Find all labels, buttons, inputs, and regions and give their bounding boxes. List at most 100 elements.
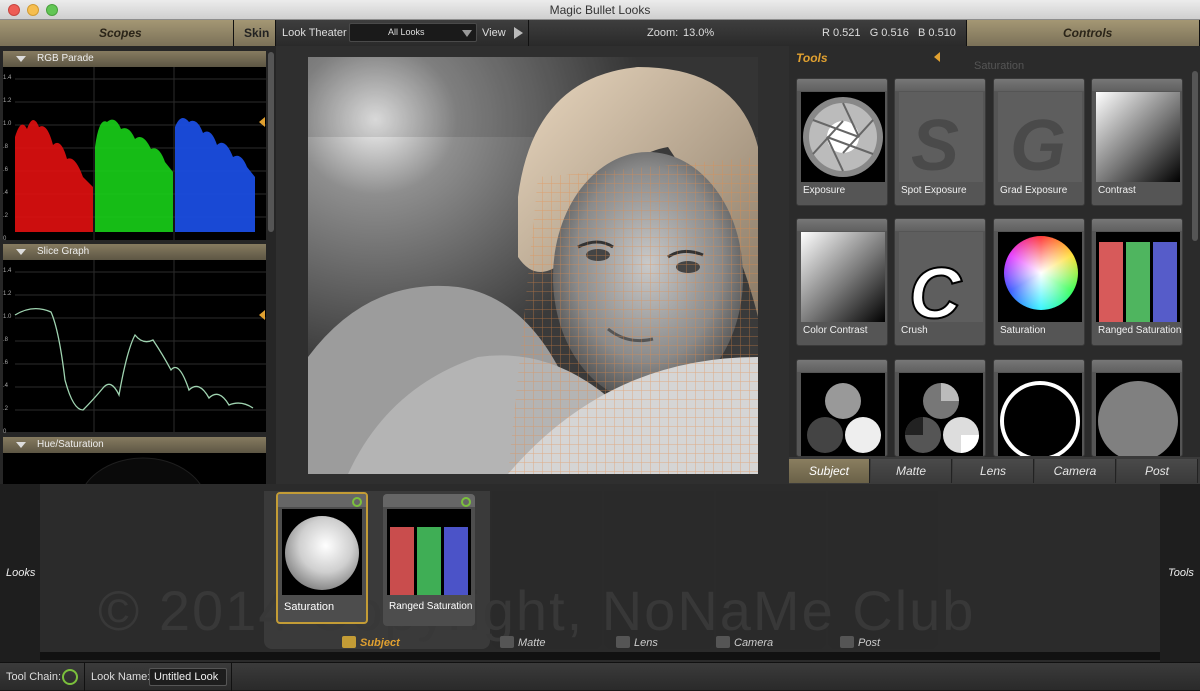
pie-circles-icon	[899, 373, 983, 456]
scopes-scrollbar[interactable]	[268, 52, 274, 232]
axis-tick: .4	[3, 383, 9, 389]
tool-tile[interactable]	[993, 359, 1085, 457]
play-icon[interactable]	[509, 22, 527, 44]
power-icon[interactable]	[461, 497, 471, 507]
tools-side-label[interactable]: Tools	[1168, 567, 1194, 579]
tool-tile[interactable]: G Grad Exposure	[993, 78, 1085, 206]
axis-tick: .4	[3, 190, 9, 196]
tool-tile[interactable]: C Crush	[894, 218, 986, 346]
tool-tile-label: Crush	[901, 325, 928, 336]
matte-segment-icon	[500, 636, 514, 648]
segment-label-post[interactable]: Post	[858, 637, 880, 649]
skin-button[interactable]: Skin	[234, 20, 276, 46]
look-name-field[interactable]: Untitled Look	[149, 668, 227, 686]
disclosure-triangle-icon	[16, 442, 26, 448]
segment-label-lens[interactable]: Lens	[634, 637, 658, 649]
look-category-value: All Looks	[388, 27, 425, 37]
tool-tile[interactable]	[1091, 359, 1183, 457]
axis-tick: .8	[3, 337, 9, 343]
tool-tile[interactable]: S Spot Exposure	[894, 78, 986, 206]
chain-scrollbar[interactable]	[40, 652, 1160, 660]
tool-tile-label: Saturation	[1000, 325, 1046, 336]
tool-chain-label: Tool Chain:	[6, 671, 62, 683]
axis-tick: 0	[3, 429, 7, 435]
aperture-icon	[801, 92, 885, 182]
tools-header: Tools Saturation	[789, 46, 1200, 72]
tool-tile-label: Contrast	[1098, 185, 1136, 196]
tab-matte[interactable]: Matte	[871, 459, 952, 483]
axis-tick: .6	[3, 167, 9, 173]
app-window: Magic Bullet Looks Scopes Skin Look Thea…	[0, 0, 1200, 691]
controls-header[interactable]: Controls	[967, 20, 1200, 46]
image-viewer[interactable]	[276, 46, 789, 484]
ranged-saturation-thumb	[387, 509, 471, 595]
gradient-icon	[1096, 92, 1180, 182]
segment-label-camera[interactable]: Camera	[734, 637, 773, 649]
gray-disc-icon	[1096, 373, 1180, 456]
slice-graph-header[interactable]: Slice Graph	[3, 244, 266, 260]
tool-tile-label: Spot Exposure	[901, 185, 967, 196]
rgb-bars-icon	[1096, 232, 1180, 322]
tool-tile[interactable]: Color Contrast	[796, 218, 888, 346]
axis-tick: 1.4	[3, 268, 12, 274]
title-bar: Magic Bullet Looks	[0, 0, 1200, 20]
axis-tick: .2	[3, 213, 9, 219]
post-segment-icon	[840, 636, 854, 648]
axis-tick: 1.2	[3, 98, 12, 104]
preview-image	[308, 57, 758, 474]
watermark-text: © 2014 Copyright, NoNaMe Club	[98, 579, 976, 642]
window-title: Magic Bullet Looks	[549, 3, 651, 17]
tool-tile[interactable]: Exposure	[796, 78, 888, 206]
tab-lens[interactable]: Lens	[953, 459, 1034, 483]
look-chain-area: Looks Tools © 2014 Copyright, NoNaMe Clu…	[0, 484, 1200, 662]
power-icon[interactable]	[352, 497, 362, 507]
zoom-label: Zoom:	[647, 27, 679, 39]
svg-text:C: C	[909, 254, 962, 322]
hue-saturation-header[interactable]: Hue/Saturation	[3, 437, 266, 453]
axis-tick: 1.4	[3, 75, 12, 81]
hue-saturation-title: Hue/Saturation	[37, 439, 104, 450]
tool-tile[interactable]: Ranged Saturation	[1091, 218, 1183, 346]
chain-tile-label: Saturation	[284, 601, 335, 613]
ghost-control-label: Saturation	[974, 60, 1025, 72]
look-theater-label: Look Theater	[282, 27, 347, 39]
chain-tile-ranged-saturation[interactable]: Ranged Saturation	[383, 494, 475, 626]
slice-graph-title: Slice Graph	[37, 246, 90, 257]
view-button[interactable]: View	[482, 27, 506, 39]
zoom-readout-bar: Zoom: 13.0% R 0.521 G 0.516 B 0.510	[529, 20, 967, 46]
controls-title: Controls	[1063, 26, 1113, 40]
collapse-arrow-icon[interactable]	[934, 52, 940, 62]
tool-tile-label: Exposure	[803, 185, 846, 196]
segment-label-subject[interactable]: Subject	[360, 637, 400, 649]
looks-side-label[interactable]: Looks	[6, 567, 35, 579]
status-bar: Tool Chain: Look Name: Untitled Look	[0, 662, 1200, 691]
rgb-parade-scope: 1.4 1.2 1.0 .8 .6 .4 .2 0	[3, 67, 266, 242]
tool-tile[interactable]	[796, 359, 888, 457]
tool-tile[interactable]	[894, 359, 986, 457]
tool-chain-power-icon[interactable]	[62, 669, 78, 685]
axis-tick: 1.0	[3, 121, 12, 127]
ring-icon	[998, 373, 1082, 456]
tab-camera[interactable]: Camera	[1035, 459, 1116, 483]
axis-tick: .2	[3, 406, 9, 412]
color-wheel-icon	[998, 232, 1082, 322]
axis-tick: 1.0	[3, 314, 12, 320]
tab-subject[interactable]: Subject	[789, 459, 870, 483]
segment-label-matte[interactable]: Matte	[518, 637, 546, 649]
tools-panel: Tools Saturation Exposure S Spot Exposure G…	[789, 46, 1200, 484]
scopes-panel: RGB Parade 1.4 1.2 1.0 .8 .6 .4 .2 0 Slice Grap…	[0, 46, 276, 559]
tool-tile-label: Color Contrast	[803, 325, 868, 336]
axis-tick: 0	[3, 236, 7, 242]
zoom-value: 13.0%	[683, 27, 715, 39]
look-category-select[interactable]: All Looks	[349, 23, 477, 42]
tools-scrollbar[interactable]	[1192, 71, 1198, 241]
s-letter-icon: S	[899, 92, 983, 182]
rgb-parade-header[interactable]: RGB Parade	[3, 51, 266, 67]
tool-tile[interactable]: Contrast	[1091, 78, 1183, 206]
tab-post[interactable]: Post	[1117, 459, 1198, 483]
portrait-photo	[308, 57, 758, 474]
tool-tile[interactable]: Saturation	[993, 218, 1085, 346]
chain-tile-saturation[interactable]: Saturation	[276, 492, 368, 624]
scopes-title: Scopes	[99, 26, 142, 40]
rgb-readout: R 0.521 G 0.516 B 0.510	[822, 27, 956, 39]
